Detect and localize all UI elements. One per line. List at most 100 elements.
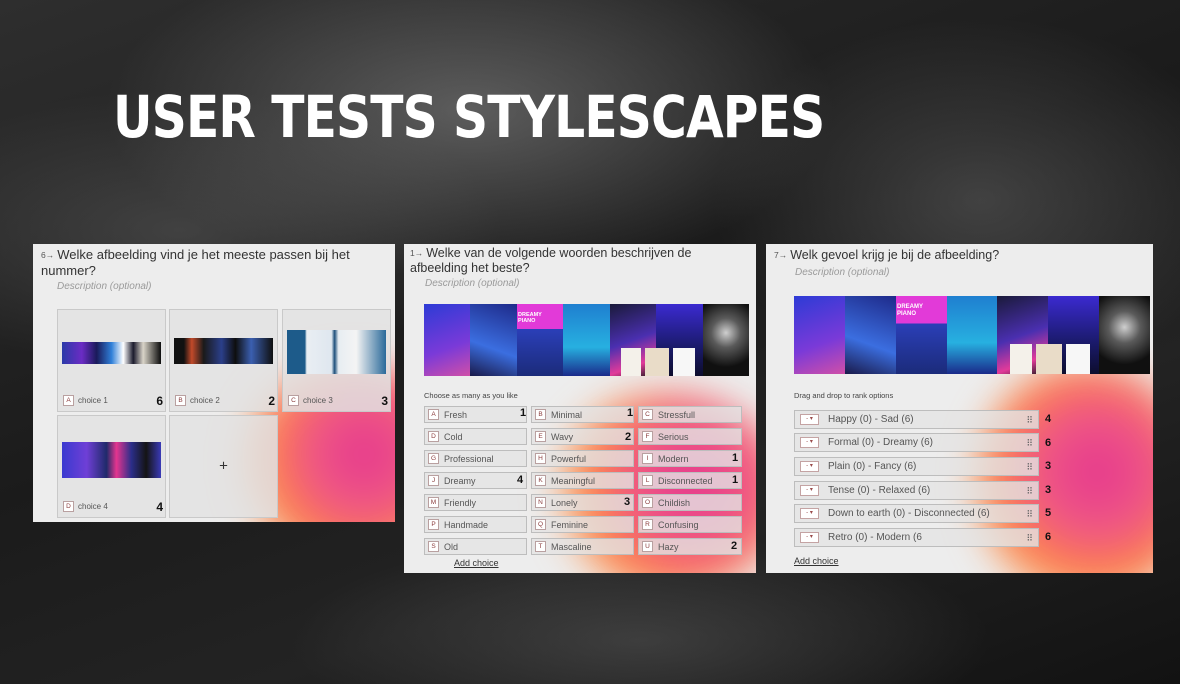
rank-count: 6 <box>1045 437 1052 449</box>
vote-count: 2 <box>268 394 275 408</box>
question-label: Welk gevoel krijg je bij de afbeelding? <box>790 248 1000 262</box>
stylescape-image: DREAMY PIANO <box>794 296 1150 374</box>
rank-select[interactable]: - ▾ <box>800 461 819 472</box>
choice-modern[interactable]: I Modern <box>638 450 742 467</box>
vote-count: 2 <box>625 431 632 443</box>
rank-option-retro-modern[interactable]: - ▾ Retro (0) - Modern (6 ⠿ <box>794 528 1039 547</box>
rank-option-happy-sad[interactable]: - ▾ Happy (0) - Sad (6) ⠿ <box>794 410 1039 429</box>
vote-count: 1 <box>520 407 527 419</box>
banner-title: DREAMY PIANO <box>897 304 923 317</box>
rank-select[interactable]: - ▾ <box>800 414 819 425</box>
vote-count: 4 <box>156 500 163 514</box>
question-number: 6→ <box>41 250 55 260</box>
question-text: 1→ Welke van de volgende woorden beschrij… <box>410 246 750 276</box>
vote-count: 1 <box>732 474 739 486</box>
choice-mascaline[interactable]: T Mascaline <box>531 538 634 555</box>
choice-thumbnail <box>62 442 161 478</box>
image-choice-c[interactable]: Cchoice 3 3 <box>282 309 391 412</box>
vote-count: 2 <box>731 540 738 552</box>
choice-powerful[interactable]: H Powerful <box>531 450 634 467</box>
question-number: 7→ <box>774 250 788 260</box>
choice-wavy[interactable]: E Wavy <box>531 428 634 445</box>
question-text: 6→ Welke afbeelding vind je het meeste pa… <box>41 247 371 279</box>
logo-tile <box>1036 344 1062 374</box>
drag-handle-icon[interactable]: ⠿ <box>1026 533 1033 544</box>
choice-handmade[interactable]: P Handmade <box>424 516 527 533</box>
rank-count: 3 <box>1045 460 1052 472</box>
stylescape-image: DREAMY PIANO <box>424 304 749 376</box>
logo-tile <box>621 348 641 376</box>
choice-serious[interactable]: F Serious <box>638 428 742 445</box>
choice-key: A <box>63 395 74 406</box>
add-image-choice-button[interactable]: + <box>169 415 278 518</box>
drag-handle-icon[interactable]: ⠿ <box>1026 509 1033 520</box>
choice-dreamy[interactable]: J Dreamy <box>424 472 527 489</box>
logo-tile <box>1010 344 1032 374</box>
choice-old[interactable]: S Old <box>424 538 527 555</box>
question-description: Description (optional) <box>795 267 890 278</box>
vote-count: 4 <box>517 474 524 486</box>
choice-meaningful[interactable]: K Meaningful <box>531 472 634 489</box>
choice-stressfull[interactable]: C Stressfull <box>638 406 742 423</box>
add-choice-link[interactable]: Add choice <box>454 558 499 568</box>
choice-label: Bchoice 2 <box>175 395 220 406</box>
logo-tile <box>1066 344 1090 374</box>
image-choice-d[interactable]: Dchoice 4 4 <box>57 415 166 518</box>
choice-label: Achoice 1 <box>63 395 108 406</box>
rank-option-plain-fancy[interactable]: - ▾ Plain (0) - Fancy (6) ⠿ <box>794 457 1039 476</box>
page-title: USER TESTS STYLESCAPES <box>113 83 825 151</box>
question-description: Description (optional) <box>425 278 520 289</box>
drag-handle-icon[interactable]: ⠿ <box>1026 415 1033 426</box>
drag-handle-icon[interactable]: ⠿ <box>1026 486 1033 497</box>
choice-disconnected[interactable]: L Disconnected <box>638 472 742 489</box>
rank-select[interactable]: - ▾ <box>800 532 819 543</box>
add-choice-link[interactable]: Add choice <box>794 556 839 566</box>
choice-childish[interactable]: O Childish <box>638 494 742 511</box>
vote-count: 3 <box>624 496 631 508</box>
question-text: 7→ Welk gevoel krijg je bij de afbeelding… <box>774 248 1144 263</box>
choice-hazy[interactable]: U Hazy <box>638 538 742 555</box>
rank-count: 5 <box>1045 507 1052 519</box>
choice-professional[interactable]: G Professional <box>424 450 527 467</box>
rank-select[interactable]: - ▾ <box>800 485 819 496</box>
rank-option-formal-dreamy[interactable]: - ▾ Formal (0) - Dreamy (6) ⠿ <box>794 433 1039 452</box>
choice-key: D <box>63 501 74 512</box>
question-label: Welke van de volgende woorden beschrijve… <box>410 246 692 275</box>
question-panel-multiple-choice: 1→ Welke van de volgende woorden beschrij… <box>404 244 756 573</box>
choice-feminine[interactable]: Q Feminine <box>531 516 634 533</box>
logo-tile <box>673 348 695 376</box>
question-panel-image-choice: 6→ Welke afbeelding vind je het meeste pa… <box>33 244 395 522</box>
choice-thumbnail <box>62 342 161 364</box>
rank-count: 3 <box>1045 484 1052 496</box>
rank-option-tense-relaxed[interactable]: - ▾ Tense (0) - Relaxed (6) ⠿ <box>794 481 1039 500</box>
choice-thumbnail <box>174 338 273 364</box>
vote-count: 3 <box>381 394 388 408</box>
rank-count: 4 <box>1045 413 1052 425</box>
plus-icon: + <box>219 457 228 475</box>
choice-hint: Choose as many as you like <box>424 391 518 400</box>
rank-hint: Drag and drop to rank options <box>794 391 894 400</box>
choice-minimal[interactable]: B Minimal <box>531 406 634 423</box>
question-number: 1→ <box>410 248 424 258</box>
image-choice-a[interactable]: Achoice 1 6 <box>57 309 166 412</box>
drag-handle-icon[interactable]: ⠿ <box>1026 462 1033 473</box>
question-description: Description (optional) <box>57 281 152 292</box>
choice-fresh[interactable]: A Fresh <box>424 406 527 423</box>
rank-option-earth-disconnected[interactable]: - ▾ Down to earth (0) - Disconnected (6) ⠿ <box>794 504 1039 523</box>
choice-label: Dchoice 4 <box>63 501 108 512</box>
choice-label: Cchoice 3 <box>288 395 333 406</box>
rank-select[interactable]: - ▾ <box>800 437 819 448</box>
choice-key: B <box>175 395 186 406</box>
choice-cold[interactable]: D Cold <box>424 428 527 445</box>
vote-count: 6 <box>156 394 163 408</box>
question-label: Welke afbeelding vind je het meeste pass… <box>41 247 350 278</box>
choice-confusing[interactable]: R Confusing <box>638 516 742 533</box>
rank-count: 6 <box>1045 531 1052 543</box>
vote-count: 1 <box>732 452 739 464</box>
rank-select[interactable]: - ▾ <box>800 508 819 519</box>
logo-tile <box>645 348 669 376</box>
choice-friendly[interactable]: M Friendly <box>424 494 527 511</box>
choice-lonely[interactable]: N Lonely <box>531 494 634 511</box>
drag-handle-icon[interactable]: ⠿ <box>1026 438 1033 449</box>
image-choice-b[interactable]: Bchoice 2 2 <box>169 309 278 412</box>
